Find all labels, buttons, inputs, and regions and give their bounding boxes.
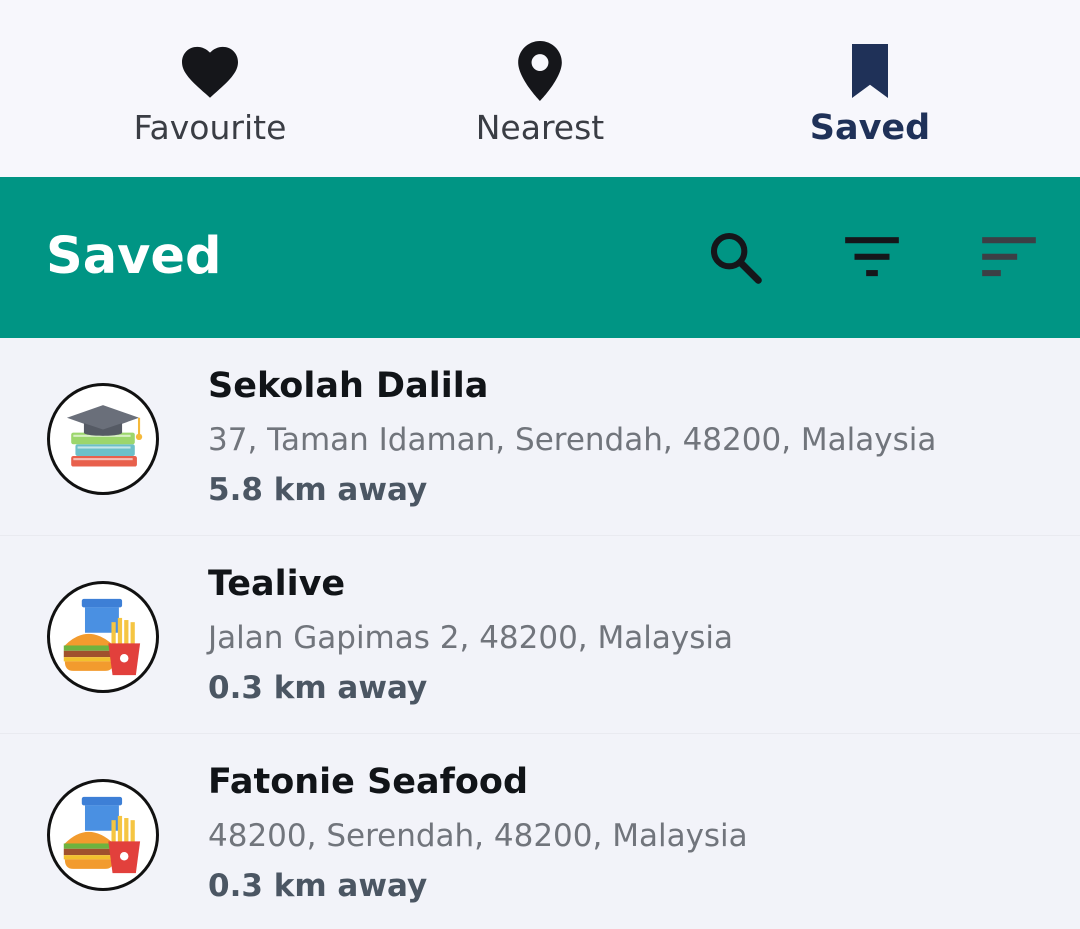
map-pin-icon	[505, 40, 575, 102]
list-item[interactable]: Fatonie Seafood 48200, Serendah, 48200, …	[0, 734, 1080, 929]
place-distance: 5.8 km away	[208, 472, 428, 508]
place-address: 37, Taman Idaman, Serendah, 48200, Malay…	[208, 422, 937, 458]
filter-button[interactable]	[840, 227, 904, 291]
place-address: Jalan Gapimas 2, 48200, Malaysia	[208, 620, 733, 656]
search-button[interactable]	[703, 227, 767, 291]
school-icon	[47, 383, 159, 495]
place-name: Sekolah Dalila	[208, 366, 489, 406]
tab-saved-label: Saved	[809, 108, 931, 148]
tab-nearest-label: Nearest	[475, 108, 605, 147]
sort-icon	[981, 236, 1037, 282]
tab-nearest[interactable]: Nearest	[360, 0, 720, 177]
place-name: Tealive	[208, 564, 346, 604]
page-title: Saved	[46, 227, 222, 286]
sort-button[interactable]	[977, 227, 1041, 291]
bookmark-icon	[835, 40, 905, 102]
list-item[interactable]: Sekolah Dalila 37, Taman Idaman, Serenda…	[0, 338, 1080, 536]
heart-icon	[175, 40, 245, 102]
list-item[interactable]: Tealive Jalan Gapimas 2, 48200, Malaysia…	[0, 536, 1080, 734]
search-icon	[707, 229, 763, 289]
filter-icon	[844, 236, 900, 282]
fast-food-icon	[47, 581, 159, 693]
tab-saved[interactable]: Saved	[690, 0, 1050, 177]
saved-list: Sekolah Dalila 37, Taman Idaman, Serenda…	[0, 338, 1080, 929]
place-address: 48200, Serendah, 48200, Malaysia	[208, 818, 748, 854]
fast-food-icon	[47, 779, 159, 891]
place-distance: 0.3 km away	[208, 868, 428, 904]
place-distance: 0.3 km away	[208, 670, 428, 706]
tab-favourite-label: Favourite	[133, 108, 287, 147]
place-name: Fatonie Seafood	[208, 762, 529, 802]
app-header: Saved	[0, 177, 1080, 338]
tab-favourite[interactable]: Favourite	[30, 0, 390, 177]
tab-bar: Favourite Nearest Saved	[0, 0, 1080, 177]
